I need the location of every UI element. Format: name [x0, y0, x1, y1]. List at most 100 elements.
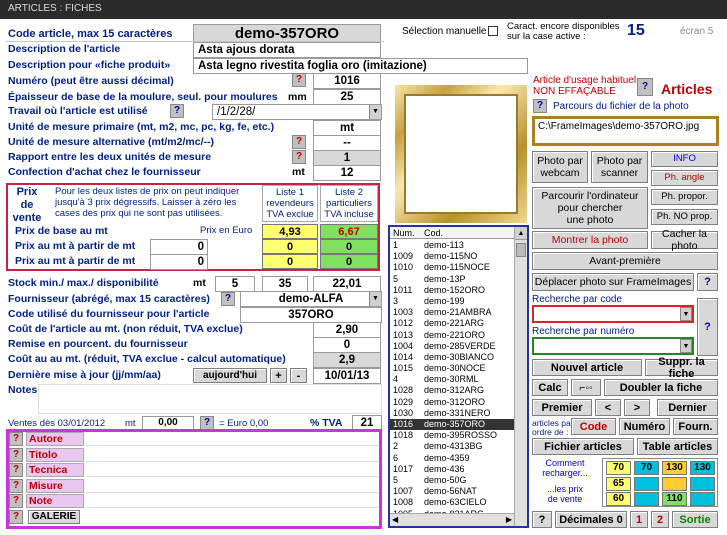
description-field[interactable]: Asta ajous dorata	[193, 42, 381, 58]
numero-help-button[interactable]: ?	[292, 73, 306, 87]
two-button[interactable]: 2	[651, 511, 669, 528]
list-item[interactable]: 1028 demo-312ARG	[390, 385, 514, 396]
table-articles-button[interactable]: Table articles	[637, 438, 718, 455]
price-grid-cell[interactable]: 70	[606, 461, 631, 475]
list-item[interactable]: 1017 demo-436	[390, 464, 514, 475]
list-item[interactable]: 1003 demo-21AMBRA	[390, 307, 514, 318]
price-grid-cell[interactable]: 65	[606, 476, 631, 491]
list-item[interactable]: 1029 demo-312ORO	[390, 397, 514, 408]
list-item[interactable]: 1007 demo-56NAT	[390, 486, 514, 497]
a-partir2-l1[interactable]: 0	[262, 254, 318, 269]
premier-button[interactable]: Premier	[532, 399, 592, 416]
scroll-up-icon[interactable]: ▲	[515, 227, 527, 240]
article-list[interactable]: Num. Cod. 1 demo-113 1009 demo-115NO 1010 demo…	[388, 225, 529, 528]
a-partir2-qty[interactable]: 0	[150, 254, 208, 270]
sort-fourn-button[interactable]: Fourn.	[673, 418, 718, 435]
price-grid-cell[interactable]	[634, 492, 659, 506]
list-item[interactable]: 2 demo-4313BG	[390, 441, 514, 452]
prop-field-note[interactable]	[86, 494, 378, 508]
remise-field[interactable]: 0	[313, 337, 381, 353]
cout-field[interactable]: 2,90	[313, 322, 381, 338]
list-item[interactable]: 5 demo-50G	[390, 475, 514, 486]
prix-base-l1[interactable]: 4,93	[262, 224, 318, 239]
stock-max[interactable]: 35	[262, 276, 308, 292]
one-button[interactable]: 1	[630, 511, 648, 528]
unite-prim-field[interactable]: mt	[313, 120, 381, 136]
next-button[interactable]: >	[624, 399, 650, 416]
dernier-button[interactable]: Dernier	[657, 399, 718, 416]
selection-checkbox[interactable]	[488, 26, 498, 36]
today-button[interactable]: aujourd'hui	[193, 368, 267, 383]
maj-field[interactable]: 10/01/13	[313, 368, 381, 384]
parcourir-button[interactable]: Parcourir l'ordinateur pour chercher une…	[532, 187, 648, 229]
usage-help-button[interactable]: ?	[637, 78, 653, 96]
list-item[interactable]: 1009 demo-115NO	[390, 251, 514, 262]
notes-field[interactable]	[38, 384, 382, 414]
numero-field[interactable]: 1016	[313, 73, 381, 89]
nouvel-article-button[interactable]: Nouvel article	[532, 359, 642, 376]
decimales-button[interactable]: Décimales 0	[555, 511, 627, 528]
list-item[interactable]: 1011 demo-152ORO	[390, 285, 514, 296]
suppr-fiche-button[interactable]: Suppr. la fiche	[645, 356, 718, 380]
angle-button[interactable]: Ph. angle	[651, 170, 718, 186]
montrer-button[interactable]: Montrer la photo	[532, 231, 648, 249]
price-grid-cell[interactable]: 130	[662, 461, 687, 475]
deplacer-help-button[interactable]: ?	[697, 273, 718, 291]
price-grid-cell[interactable]	[690, 492, 715, 506]
prop-field-misure[interactable]	[86, 478, 378, 493]
chevron-down-icon[interactable]: ▼	[369, 292, 381, 306]
scroll-right-icon[interactable]: ▶	[506, 515, 512, 524]
price-grid-cell[interactable]: 70	[634, 461, 659, 475]
parcours-help-button[interactable]: ?	[533, 99, 547, 113]
price-grid-cell[interactable]	[690, 476, 715, 491]
prop-help-button[interactable]: ?	[9, 432, 23, 446]
prop-help-button[interactable]: ?	[9, 463, 23, 477]
no-prop-button[interactable]: Ph. NO prop.	[651, 209, 718, 225]
list-item[interactable]: 1018 demo-395ROSSO	[390, 430, 514, 441]
stock-dispo[interactable]: 22,01	[313, 276, 381, 292]
scanner-button[interactable]: Photo par scanner	[591, 151, 648, 183]
unite-alt-help-button[interactable]: ?	[292, 135, 306, 149]
confection-field[interactable]: 12	[313, 165, 381, 181]
date-plus-button[interactable]: +	[270, 368, 287, 383]
galerie-button[interactable]: GALERIE	[28, 510, 80, 524]
propor-button[interactable]: Ph. propor.	[651, 189, 718, 205]
sortie-button[interactable]: Sortie	[672, 511, 718, 528]
list-item[interactable]: 1 demo-113	[390, 240, 514, 251]
stock-min[interactable]: 5	[215, 276, 255, 292]
list-item[interactable]: 3 demo-199	[390, 296, 514, 307]
list-item[interactable]: 1013 demo-221ORO	[390, 330, 514, 341]
prix-link-2[interactable]: de vente	[532, 494, 598, 504]
list-item[interactable]: 1015 demo-30NOCE	[390, 363, 514, 374]
doubler-button[interactable]: Doubler la fiche	[604, 379, 718, 396]
list-item[interactable]: 1016 demo-357ORO	[390, 419, 514, 431]
prop-help-button[interactable]: ?	[9, 478, 23, 493]
code-field[interactable]: demo-357ORO	[193, 24, 381, 42]
list-item[interactable]: 1010 demo-115NOCE	[390, 262, 514, 273]
date-minus-button[interactable]: -	[290, 368, 307, 383]
chevron-down-icon[interactable]: ▼	[680, 339, 692, 353]
a-partir1-l1[interactable]: 0	[262, 239, 318, 254]
prop-field-autore[interactable]	[86, 432, 378, 446]
list-scrollbar[interactable]: ▲	[514, 227, 527, 526]
prix-base-l2[interactable]: 6,67	[320, 224, 378, 239]
travail-help-button[interactable]: ?	[170, 104, 184, 118]
a-partir1-qty[interactable]: 0	[150, 239, 208, 255]
fichier-articles-button[interactable]: Fichier articles	[532, 438, 634, 455]
chevron-down-icon[interactable]: ▼	[680, 307, 692, 321]
rech-num-combo[interactable]: ▼	[532, 337, 694, 355]
price-grid-cell[interactable]	[662, 476, 687, 491]
recherche-help-button[interactable]: ?	[697, 298, 718, 356]
sort-code-button[interactable]: Code	[571, 418, 616, 435]
comment-link-2[interactable]: recharger...	[532, 468, 598, 478]
fournisseur-help-button[interactable]: ?	[221, 292, 235, 306]
sort-numero-button[interactable]: Numéro	[619, 418, 670, 435]
unite-alt-field[interactable]: --	[313, 135, 381, 151]
comment-link-1[interactable]: Comment	[532, 458, 598, 468]
a-partir1-l2[interactable]: 0	[320, 239, 378, 254]
avant-premiere-button[interactable]: Avant-première	[532, 252, 718, 270]
chevron-down-icon[interactable]: ▼	[369, 105, 381, 119]
rech-code-combo[interactable]: ▼	[532, 305, 694, 323]
list-item[interactable]: 6 demo-4359	[390, 453, 514, 464]
prev-button[interactable]: <	[595, 399, 621, 416]
